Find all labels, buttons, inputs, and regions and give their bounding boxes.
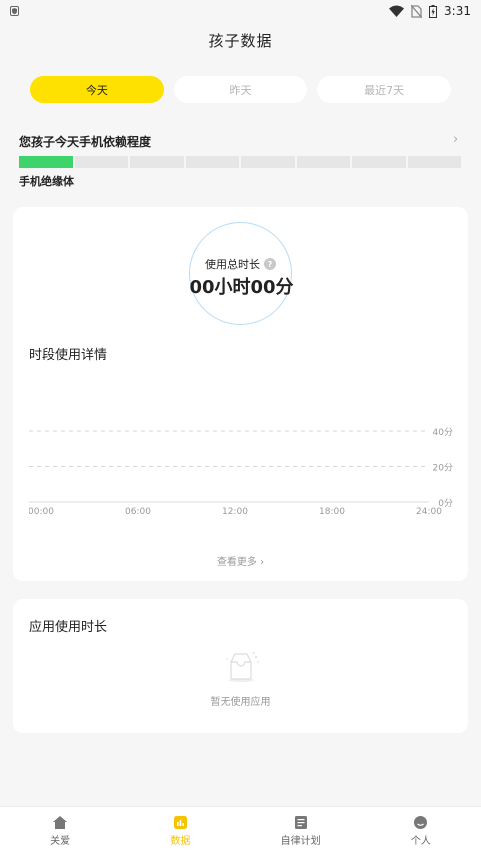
date-tabs: 今天 昨天 最近7天 [30,76,452,103]
dependency-segment [352,156,406,168]
dependency-bar [19,156,461,168]
empty-box-icon [225,651,259,682]
chart-y-tick-label: 40分 [433,427,453,438]
period-usage-chart: 40分20分0分00:00 06:00 12:00 18:00 24:00 [29,427,453,517]
tab-yesterday[interactable]: 昨天 [173,76,308,103]
chart-x-tick-label: 18:00 [319,507,345,517]
shield-notification-icon [10,6,19,16]
empty-state: 暂无使用应用 [13,649,468,708]
nav-label-plan: 自律计划 [280,836,321,847]
plan-icon [294,816,307,829]
dependency-segment [185,156,239,168]
usage-total-label-text: 使用总时长 [205,258,260,271]
help-icon[interactable]: ? [264,258,276,270]
period-detail-title: 时段使用详情 [29,348,108,363]
dependency-segment-filled [19,156,73,168]
chart-x-tick-label: 12:00 [222,507,248,517]
dependency-level-label: 手机绝缘体 [19,175,74,188]
wifi-icon [389,5,405,17]
usage-total-value: 00小时00分 [189,277,294,298]
dependency-segment [296,156,350,168]
nav-label-care: 关爱 [50,836,71,847]
app-usage-card: 应用使用时长 暂无使用应用 [13,599,468,733]
nav-label-profile: 个人 [410,836,431,847]
home-icon [53,816,68,829]
profile-icon [414,816,428,829]
empty-state-text: 暂无使用应用 [210,697,271,708]
tab-last-7-days[interactable]: 最近7天 [317,76,452,103]
nav-item-plan[interactable]: 自律计划 [241,807,361,855]
page-title: 孩子数据 [208,32,273,50]
dependency-segment [130,156,184,168]
nav-item-care[interactable]: 关爱 [0,807,120,855]
dependency-segment [407,156,461,168]
usage-total-circle: 使用总时长 ? 00小时00分 [189,222,294,325]
data-icon [173,816,187,829]
nav-item-profile[interactable]: 个人 [361,807,481,855]
dependency-title[interactable]: 您孩子今天手机依赖程度 [19,133,151,150]
usage-total-label: 使用总时长 ? [190,256,291,272]
chart-x-tick-label: 24:00 [416,507,442,517]
chart-y-tick-label: 20分 [433,463,453,474]
chart-x-tick-label: 06:00 [125,507,151,517]
chevron-right-icon[interactable]: › [453,132,458,147]
tab-today[interactable]: 今天 [30,76,164,103]
dependency-segment [74,156,128,168]
nav-item-data[interactable]: 数据 [120,807,240,855]
chart-x-tick-label: 00:00 [29,507,54,517]
app-usage-title: 应用使用时长 [29,620,108,635]
see-more-link[interactable]: 查看更多 › [13,553,468,568]
dependency-segment [241,156,295,168]
bottom-nav: 关爱 数据 自律计划 个人 [0,806,481,855]
status-time: 3:31 [444,4,471,18]
nav-label-data: 数据 [170,836,191,847]
battery-icon [429,4,438,18]
usage-card: 使用总时长 ? 00小时00分 时段使用详情 40分 20分 0分 00:00 06:0… [13,207,468,581]
status-bar: 3:31 [0,0,481,22]
no-sim-icon [411,4,423,18]
